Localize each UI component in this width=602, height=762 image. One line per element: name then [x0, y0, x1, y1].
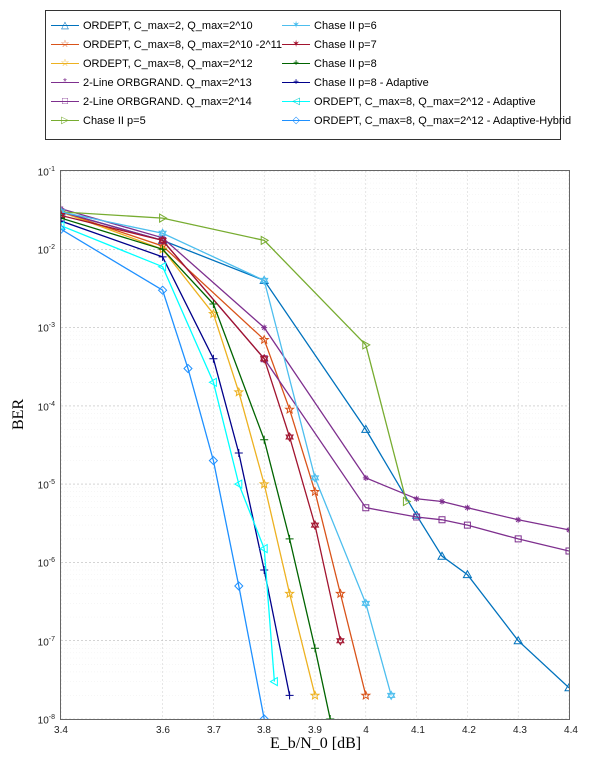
ytick: 10-2	[25, 244, 55, 256]
legend-entry: +Chase II p=8	[282, 54, 571, 73]
legend-label: Chase II p=7	[314, 39, 377, 51]
legend-entry: ◁ORDEPT, C_max=8, Q_max=2^12 - Adaptive	[282, 92, 571, 111]
xtick: 4.2	[454, 725, 484, 736]
ytick: 10-5	[25, 479, 55, 491]
legend-col-2: ✶Chase II p=6 ✶Chase II p=7 +Chase II p=…	[282, 16, 571, 134]
legend-entry: □2-Line ORBGRAND. Q_max=2^14	[51, 92, 282, 111]
xtick: 3.6	[148, 725, 178, 736]
xtick: 4.1	[403, 725, 433, 736]
legend-entry: ◇ORDEPT, C_max=8, Q_max=2^12 - Adaptive-…	[282, 111, 571, 130]
legend-col-1: △ORDEPT, C_max=2, Q_max=2^10 ☆ORDEPT, C_…	[51, 16, 282, 134]
xtick: 3.9	[300, 725, 330, 736]
legend-label: ORDEPT, C_max=2, Q_max=2^10	[83, 20, 253, 32]
legend-label: ORDEPT, C_max=8, Q_max=2^10 -2^11	[83, 39, 282, 51]
legend-label: 2-Line ORBGRAND. Q_max=2^13	[83, 77, 252, 89]
legend-label: Chase II p=5	[83, 115, 146, 127]
legend-label: Chase II p=8 - Adaptive	[314, 77, 429, 89]
legend-entry: ✶Chase II p=6	[282, 16, 571, 35]
ytick: 10-3	[25, 322, 55, 334]
ytick: 10-7	[25, 636, 55, 648]
ber-chart-figure: △ORDEPT, C_max=2, Q_max=2^10 ☆ORDEPT, C_…	[0, 0, 602, 762]
legend-label: 2-Line ORBGRAND. Q_max=2^14	[83, 96, 252, 108]
legend-entry: ▷Chase II p=5	[51, 111, 282, 130]
ytick: 10-1	[25, 166, 55, 178]
ytick: 10-4	[25, 401, 55, 413]
xtick: 3.4	[46, 725, 76, 736]
ytick: 10-6	[25, 557, 55, 569]
legend-entry: △ORDEPT, C_max=2, Q_max=2^10	[51, 16, 282, 35]
legend-entry: *2-Line ORBGRAND. Q_max=2^13	[51, 73, 282, 92]
legend-entry: ☆ORDEPT, C_max=8, Q_max=2^12	[51, 54, 282, 73]
legend-label: ORDEPT, C_max=8, Q_max=2^12 - Adaptive-H…	[314, 115, 571, 127]
plot-svg	[61, 171, 569, 719]
legend-entry: ☆ORDEPT, C_max=8, Q_max=2^10 -2^11	[51, 35, 282, 54]
legend-label: Chase II p=8	[314, 58, 377, 70]
plot-area	[60, 170, 570, 720]
legend-entry: ✶Chase II p=7	[282, 35, 571, 54]
xtick: 4	[351, 725, 381, 736]
xtick: 4.4	[556, 725, 586, 736]
x-axis-label: E_b/N_0 [dB]	[270, 735, 361, 753]
legend-label: Chase II p=6	[314, 20, 377, 32]
legend-entry: +Chase II p=8 - Adaptive	[282, 73, 571, 92]
xtick: 4.3	[505, 725, 535, 736]
xtick: 3.7	[199, 725, 229, 736]
legend-label: ORDEPT, C_max=8, Q_max=2^12	[83, 58, 253, 70]
legend: △ORDEPT, C_max=2, Q_max=2^10 ☆ORDEPT, C_…	[45, 10, 561, 140]
xtick: 3.8	[249, 725, 279, 736]
legend-label: ORDEPT, C_max=8, Q_max=2^12 - Adaptive	[314, 96, 536, 108]
